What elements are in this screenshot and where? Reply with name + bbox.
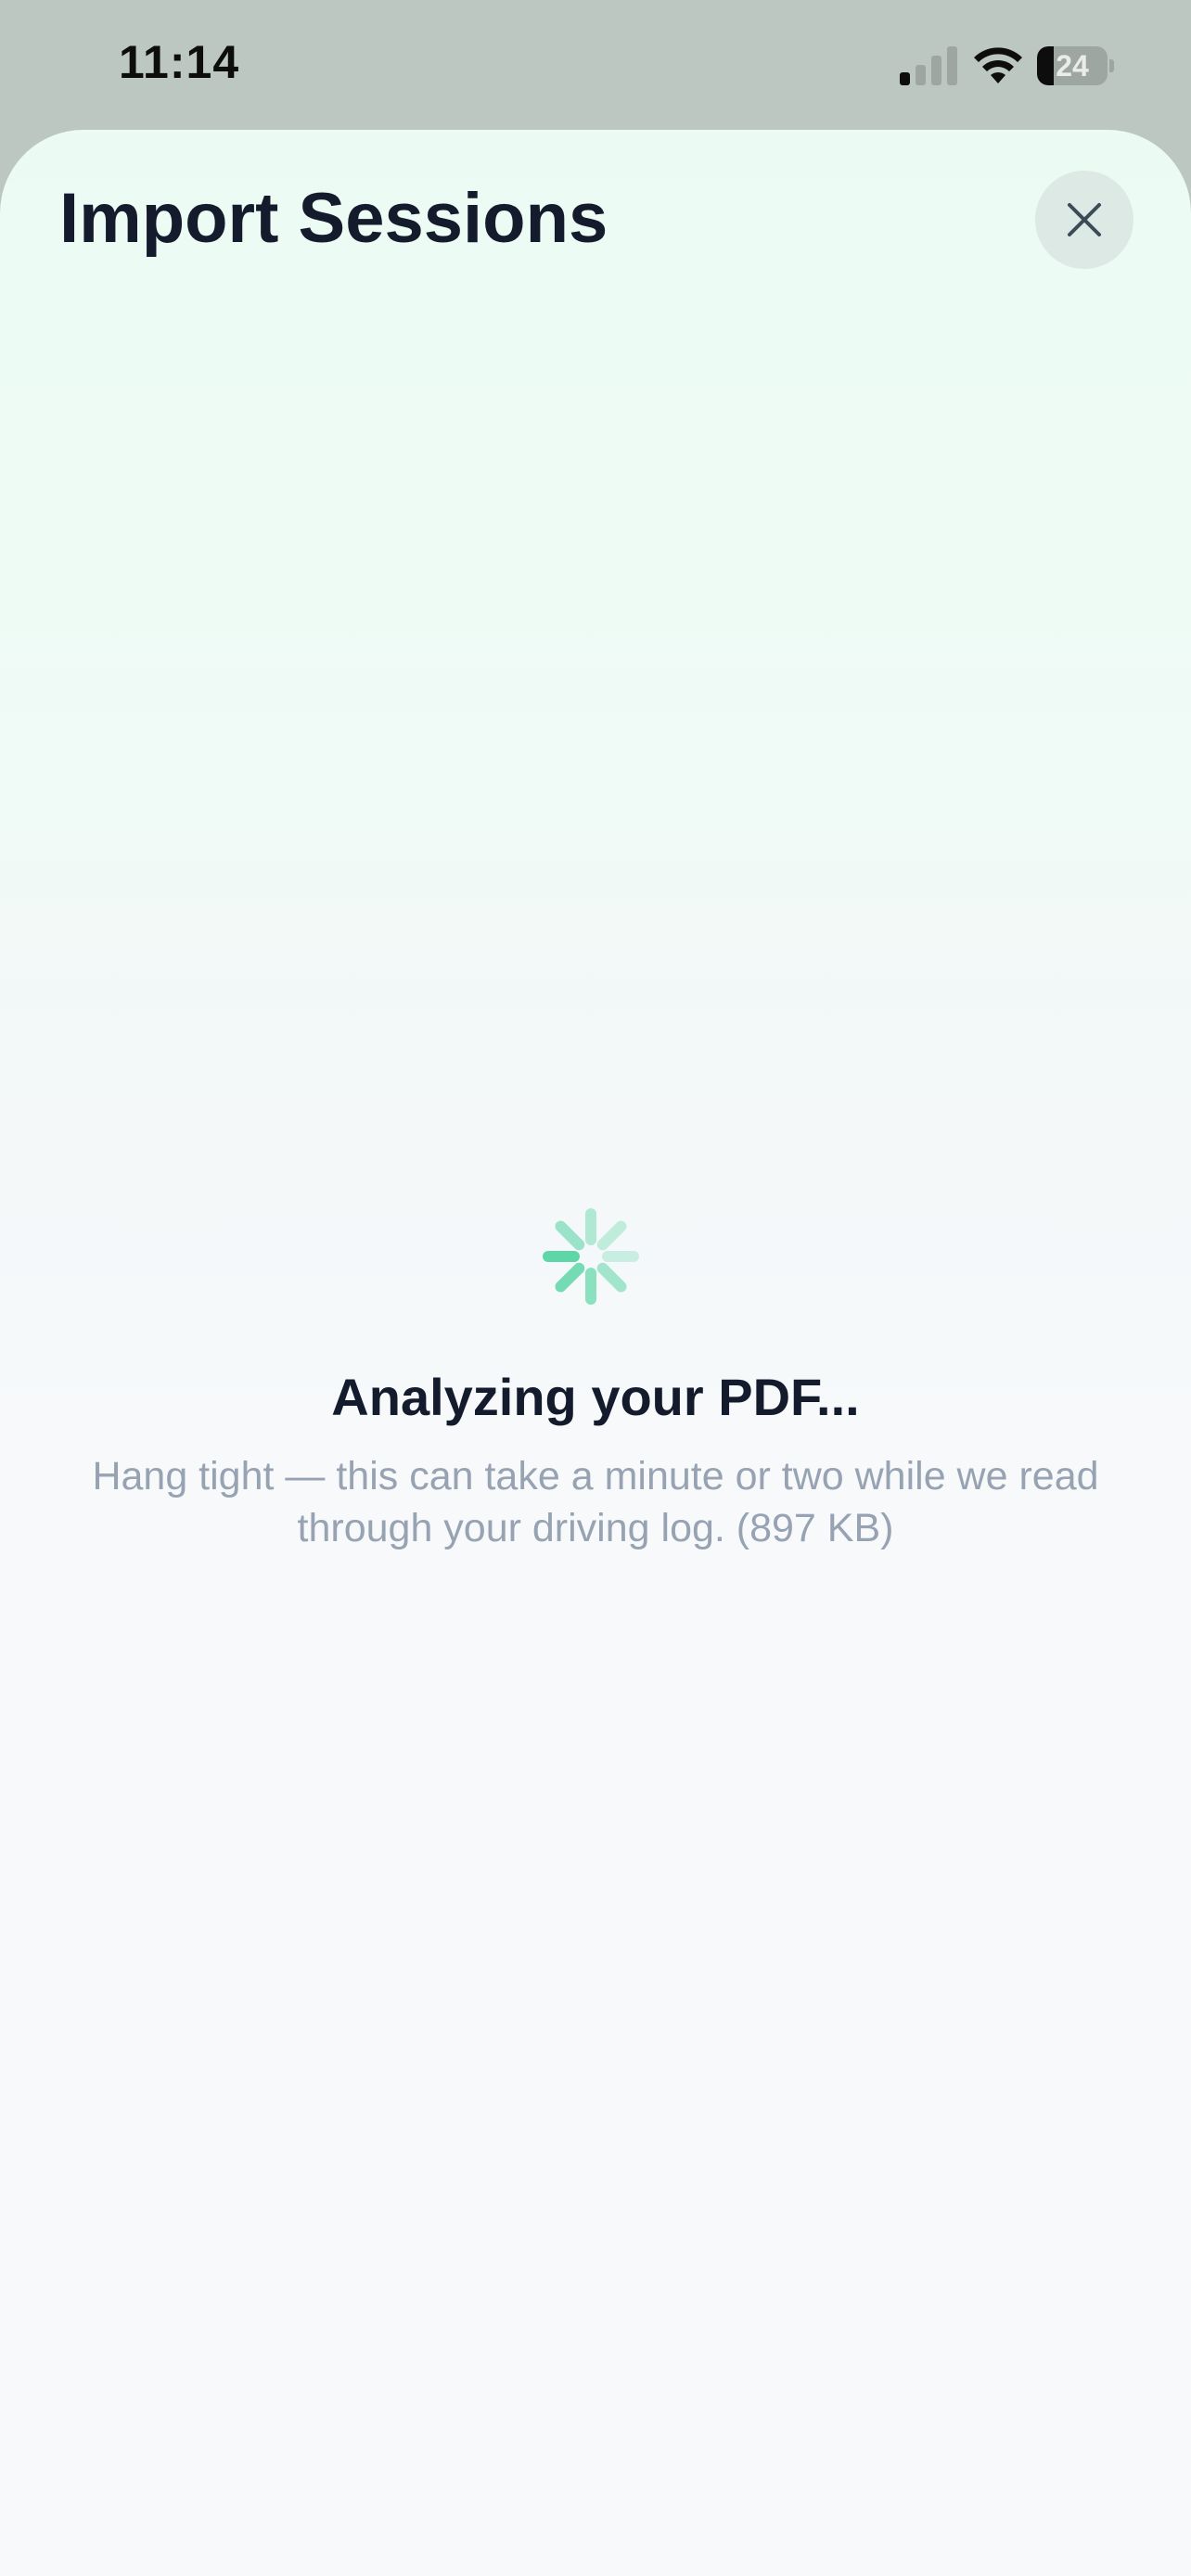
- signal-icon: [900, 46, 957, 85]
- spinner-icon: [543, 1208, 639, 1305]
- status-time: 11:14: [119, 36, 240, 88]
- spinner-spoke: [596, 1262, 627, 1293]
- close-icon: [1068, 203, 1101, 236]
- wifi-icon: [974, 47, 1022, 83]
- battery-icon: 24: [1037, 46, 1114, 85]
- sheet-title: Import Sessions: [59, 179, 608, 258]
- spinner-spoke: [555, 1220, 585, 1251]
- status-bar: 11:14 24: [0, 0, 1191, 130]
- import-sessions-sheet: Import Sessions Analyzing your PDF... Ha…: [0, 130, 1191, 2576]
- spinner-spoke: [596, 1220, 627, 1251]
- spinner-spoke: [555, 1262, 585, 1293]
- loading-description: Hang tight — this can take a minute or t…: [92, 1454, 1099, 1550]
- loading-title: Analyzing your PDF...: [331, 1368, 860, 1426]
- close-button[interactable]: [1035, 171, 1133, 269]
- battery-level: 24: [1056, 49, 1089, 83]
